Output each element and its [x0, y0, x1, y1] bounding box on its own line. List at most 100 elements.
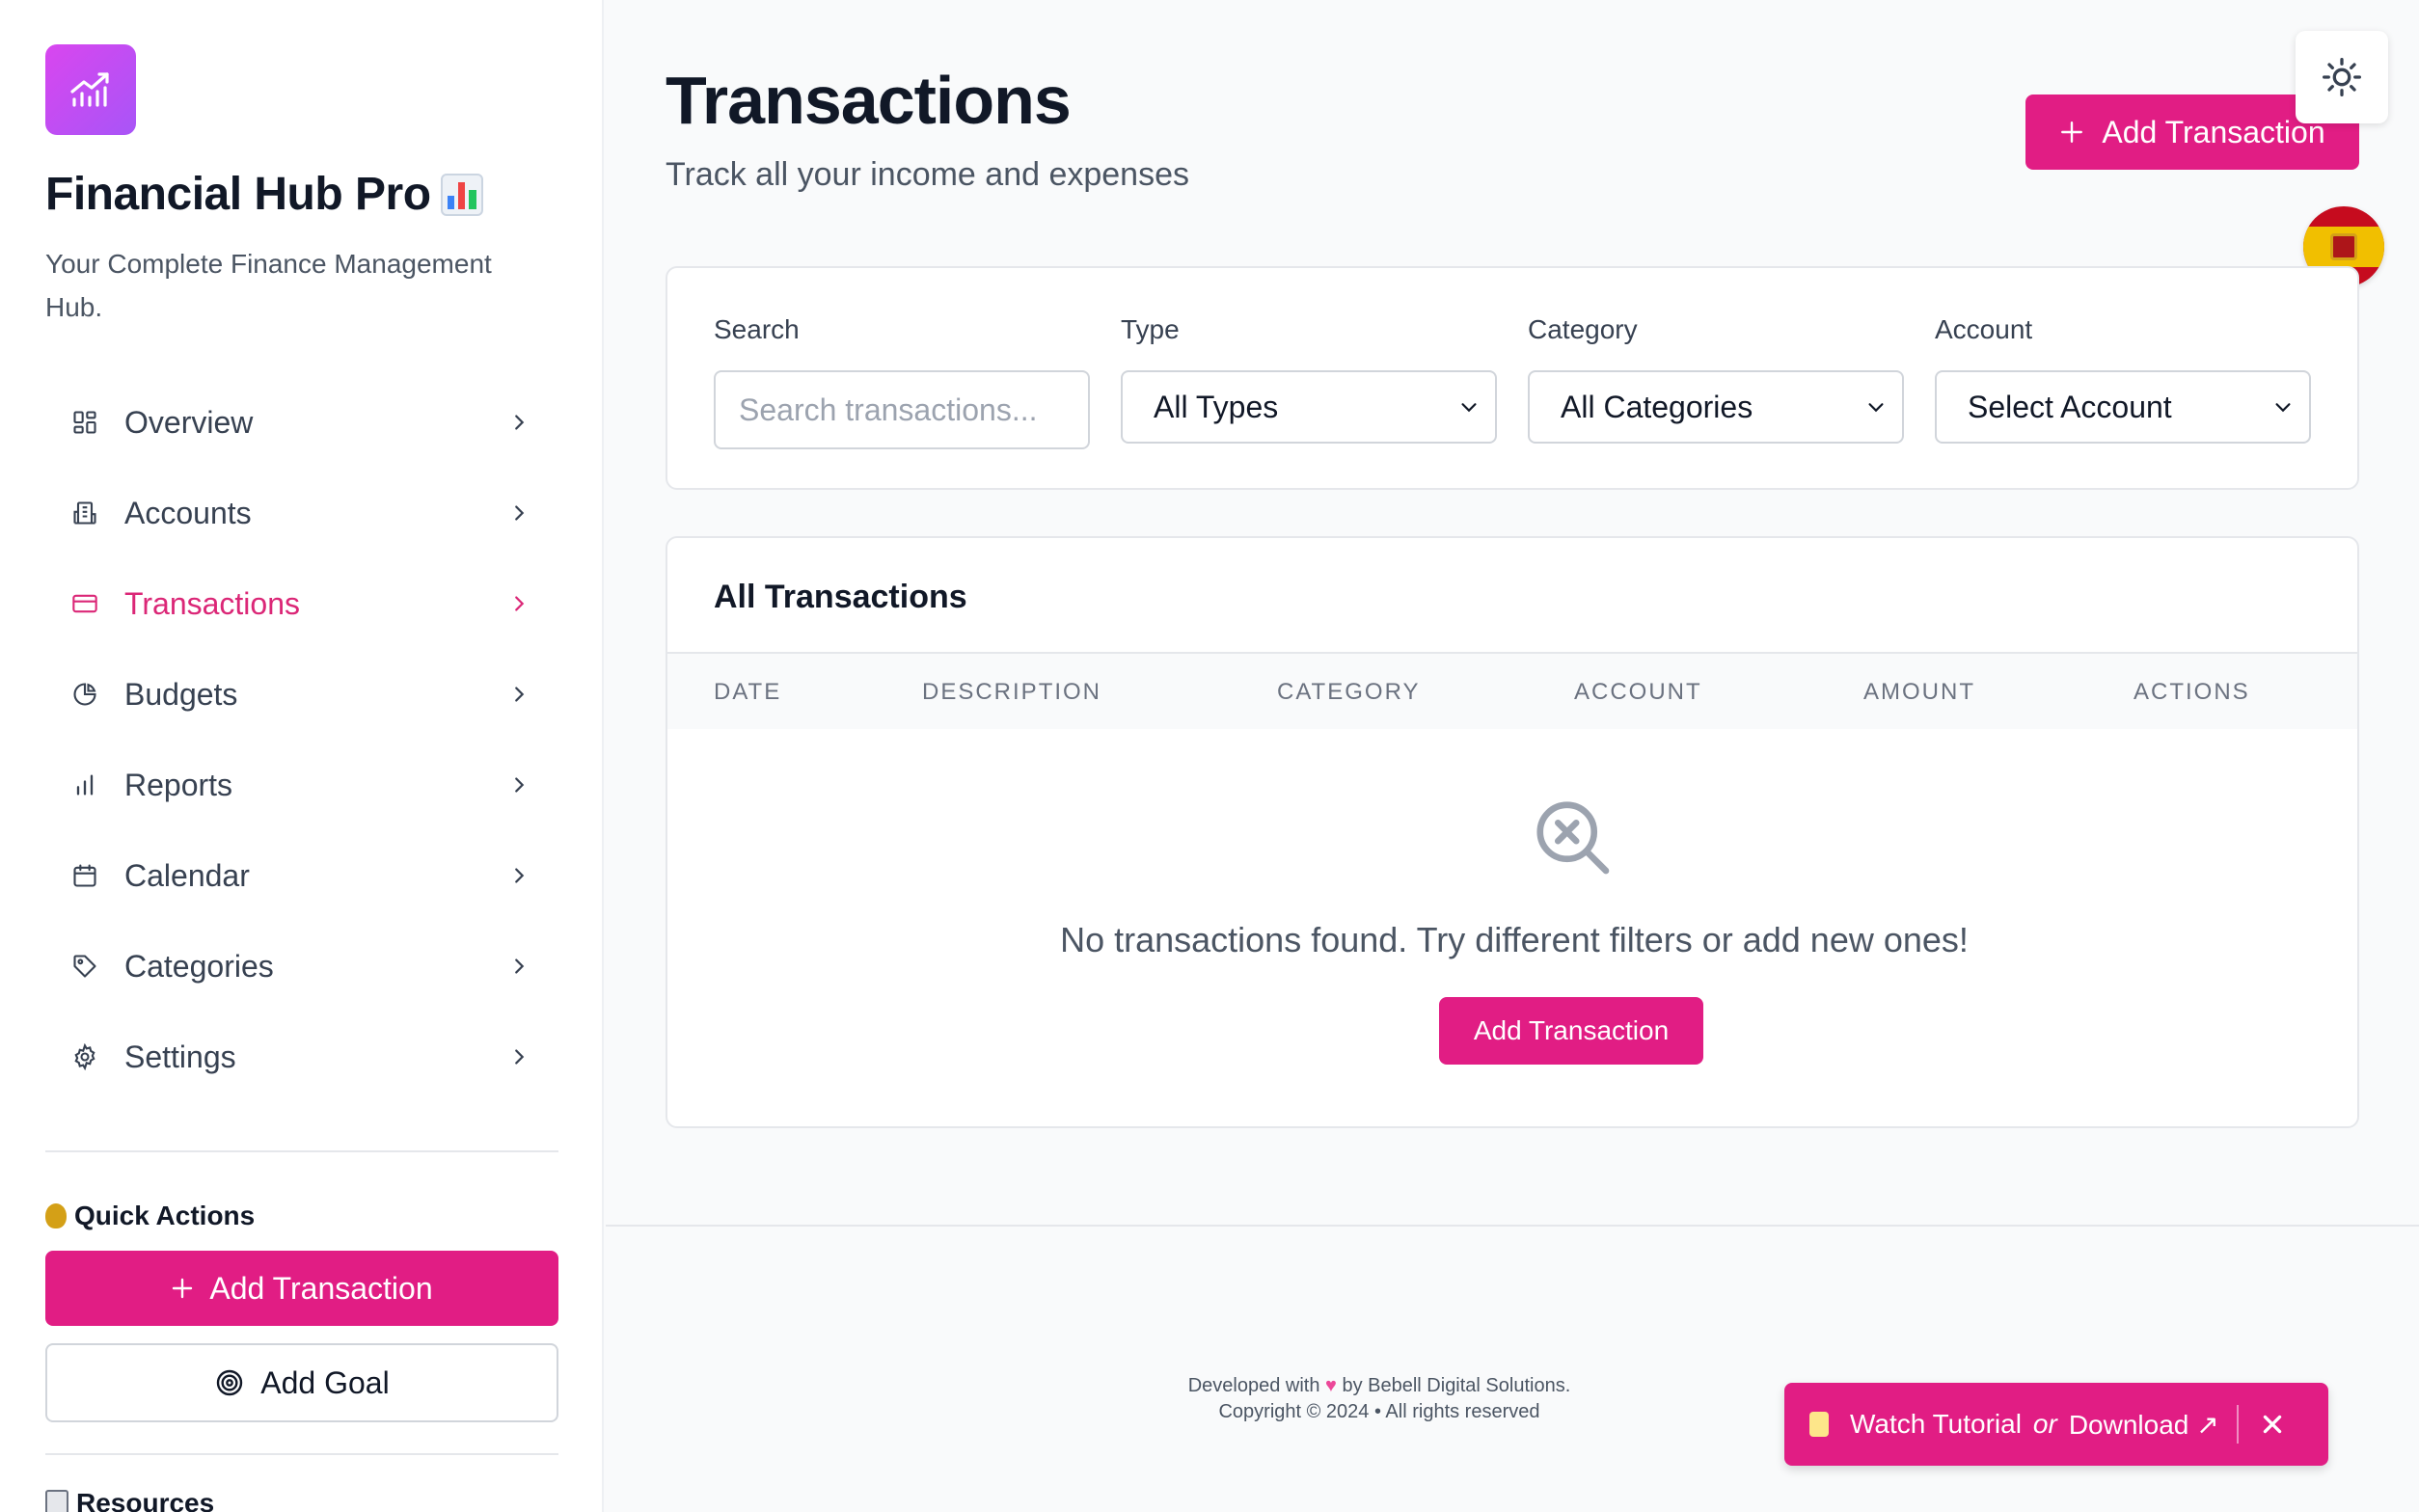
search-input[interactable]: Search transactions... — [714, 370, 1090, 449]
header-add-transaction-label: Add Transaction — [2102, 114, 2325, 149]
add-goal-button[interactable]: Add Goal — [45, 1343, 558, 1422]
sidebar-divider — [45, 1150, 558, 1152]
money-bag-icon — [45, 1203, 67, 1228]
target-icon — [217, 1369, 243, 1396]
app-logo[interactable] — [45, 44, 136, 135]
credit-card-icon — [68, 587, 101, 620]
app-subtitle: Your Complete Finance Management Hub. — [45, 249, 492, 322]
sidebar-item-label: Reports — [124, 767, 233, 802]
add-goal-label: Add Goal — [260, 1364, 390, 1400]
account-filter: Account Select Account — [1935, 314, 2311, 444]
sidebar: Financial Hub Pro Your Complete Finance … — [0, 0, 604, 1512]
chevron-right-icon — [504, 589, 533, 618]
sidebar-item-transactions[interactable]: Transactions — [45, 558, 557, 649]
tutorial-banner: Watch Tutorial or Download ↗ — [1784, 1383, 2328, 1466]
sidebar-item-label: Calendar — [124, 857, 250, 893]
quick-actions-label: Quick Actions — [74, 1201, 256, 1230]
main-content: Transactions Track all your income and e… — [606, 0, 2419, 1512]
sidebar-nav: Overview Accounts Transactions Budgets R… — [45, 377, 557, 1102]
column-header-description[interactable]: DESCRIPTION — [922, 654, 1101, 731]
column-header-account[interactable]: ACCOUNT — [1574, 654, 1702, 731]
download-link[interactable]: Download ↗ — [2069, 1409, 2219, 1441]
account-select-value: Select Account — [1968, 389, 2172, 424]
sidebar-item-label: Accounts — [124, 495, 252, 530]
footer-inner: Developed with ♥ by Bebell Digital Solut… — [1109, 1373, 1649, 1425]
gear-icon — [68, 1040, 101, 1073]
category-select-value: All Categories — [1561, 389, 1753, 424]
column-header-category[interactable]: CATEGORY — [1277, 654, 1420, 731]
filters-card: Search Search transactions... Type All T… — [666, 266, 2359, 490]
account-label: Account — [1935, 314, 2033, 344]
building-icon — [68, 497, 101, 529]
bar-chart-icon — [68, 769, 101, 801]
search-label: Search — [714, 314, 800, 344]
grid-icon — [68, 406, 101, 439]
app-title: Financial Hub Pro — [45, 168, 557, 221]
sidebar-item-label: Settings — [124, 1039, 236, 1074]
type-select-value: All Types — [1154, 389, 1279, 424]
tag-icon — [68, 950, 101, 983]
close-icon[interactable] — [2260, 1412, 2285, 1437]
chevron-down-icon — [1868, 403, 1884, 413]
type-filter: Type All Types — [1121, 314, 1497, 444]
sidebar-item-label: Categories — [124, 948, 274, 984]
resources-label: Resources — [76, 1488, 215, 1512]
search-placeholder: Search transactions... — [739, 392, 1038, 427]
sidebar-item-categories[interactable]: Categories — [45, 921, 557, 1012]
sidebar-item-accounts[interactable]: Accounts — [45, 468, 557, 558]
watch-tutorial-link[interactable]: Watch Tutorial — [1850, 1409, 2022, 1440]
tutorial-or-text: or — [2032, 1409, 2057, 1439]
empty-state-add-transaction-button[interactable]: Add Transaction — [1439, 997, 1703, 1065]
video-emoji-icon — [1809, 1412, 1829, 1437]
chevron-down-icon — [2275, 403, 2291, 413]
column-header-actions: ACTIONS — [2134, 679, 2250, 705]
category-select[interactable]: All Categories — [1528, 370, 1904, 444]
category-filter: Category All Categories — [1528, 314, 1904, 444]
chevron-right-icon — [504, 770, 533, 799]
tutorial-separator — [2236, 1405, 2239, 1444]
sun-icon — [2323, 58, 2361, 96]
calendar-icon — [68, 859, 101, 892]
sidebar-item-budgets[interactable]: Budgets — [45, 649, 557, 740]
pie-chart-icon — [68, 678, 101, 711]
type-select[interactable]: All Types — [1121, 370, 1497, 444]
page-subtitle: Track all your income and expenses — [666, 156, 1190, 193]
theme-toggle-button[interactable] — [2296, 31, 2388, 123]
account-select[interactable]: Select Account — [1935, 370, 2311, 444]
sidebar-item-reports[interactable]: Reports — [45, 740, 557, 830]
empty-state-text: No transactions found. Try different fil… — [1060, 920, 1969, 959]
sidebar-item-label: Overview — [124, 404, 254, 440]
resources-title: Resources — [45, 1488, 557, 1512]
chevron-right-icon — [504, 1042, 533, 1071]
column-header-date[interactable]: DATE — [714, 654, 781, 731]
sidebar-divider — [45, 1453, 558, 1455]
app-title-text: Financial Hub Pro — [45, 169, 431, 220]
sidebar-item-calendar[interactable]: Calendar — [45, 830, 557, 921]
type-label: Type — [1121, 314, 1180, 344]
plus-icon — [2061, 122, 2083, 143]
search-x-icon — [1536, 801, 1610, 875]
page-title: Transactions — [666, 63, 1072, 138]
quick-add-transaction-button[interactable]: Add Transaction — [45, 1251, 558, 1326]
chevron-right-icon — [504, 952, 533, 981]
quick-actions-title: Quick Actions — [45, 1201, 557, 1231]
footer-developer: by Bebell Digital Solutions. — [1342, 1375, 1571, 1396]
sidebar-item-overview[interactable]: Overview — [45, 377, 557, 468]
chevron-right-icon — [504, 680, 533, 709]
footer-line-1: Developed with ♥ by Bebell Digital Solut… — [1109, 1373, 1649, 1399]
chevron-right-icon — [504, 408, 533, 437]
chevron-right-icon — [504, 499, 533, 527]
quick-add-transaction-label: Add Transaction — [209, 1270, 433, 1306]
trend-chart-icon — [70, 72, 109, 107]
footer-divider — [606, 1225, 2419, 1227]
footer-copyright: Copyright © 2024 • All rights reserved — [1218, 1401, 1540, 1422]
column-header-amount[interactable]: AMOUNT — [1863, 654, 1975, 731]
footer-developed-with: Developed with — [1187, 1375, 1320, 1396]
category-label: Category — [1528, 314, 1638, 344]
chevron-down-icon — [1461, 403, 1477, 413]
search-filter: Search Search transactions... — [714, 314, 1090, 449]
clipboard-icon — [45, 1490, 68, 1512]
bar-chart-emoji-icon — [440, 173, 483, 216]
chevron-right-icon — [504, 861, 533, 890]
sidebar-item-settings[interactable]: Settings — [45, 1012, 557, 1102]
